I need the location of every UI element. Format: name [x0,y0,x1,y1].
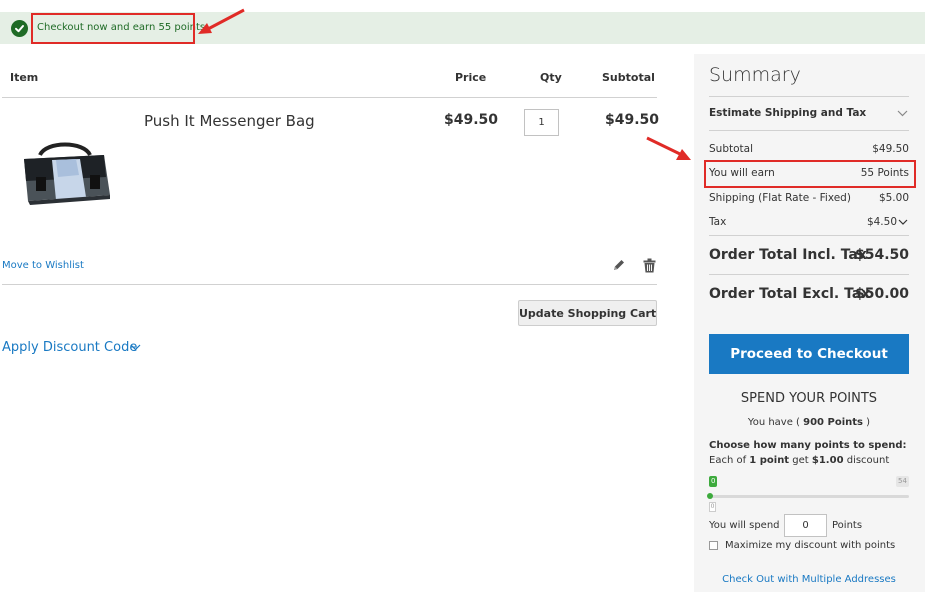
chevron-down-icon[interactable] [898,219,908,226]
tax-value[interactable]: $4.50 [867,216,897,228]
estimate-shipping-toggle[interactable]: Estimate Shipping and Tax [709,107,866,119]
summary-title: Summary [709,64,801,86]
points-balance-prefix: You have ( [747,417,800,428]
check-circle-icon [11,20,28,37]
choose-points-label: Choose how many points to spend: [709,440,907,451]
chevron-down-icon[interactable] [130,344,141,351]
points-rate-suffix: discount [846,455,890,466]
cart-actions-divider [2,284,657,285]
product-price: $49.50 [444,112,499,128]
points-slider-handle[interactable] [707,493,713,499]
proceed-to-checkout-button[interactable]: Proceed to Checkout [709,334,909,374]
points-spend-input[interactable] [784,514,827,537]
column-header-item: Item [10,71,39,84]
subtotal-value: $49.50 [872,143,909,155]
shipping-value: $5.00 [878,192,909,204]
column-header-price: Price [455,71,487,84]
tax-divider [709,235,909,236]
estimate-divider [709,130,909,131]
product-image[interactable] [16,139,114,215]
points-slider-track[interactable] [709,495,909,498]
highlight-box-message [31,13,195,44]
apply-discount-code-toggle[interactable]: Apply Discount Code [2,340,137,355]
maximize-discount-label[interactable]: Maximize my discount with points [725,540,895,551]
column-header-subtotal: Subtotal [602,71,655,84]
points-balance-suffix: ) [866,417,871,428]
shipping-label: Shipping (Flat Rate - Fixed) [709,192,851,204]
header-divider [2,97,657,98]
highlight-box-earn [704,160,916,188]
summary-title-divider [709,96,909,97]
points-rate-mid: get [792,455,809,466]
points-balance-value: 900 Points [803,417,863,428]
slider-current-tooltip: 0 [709,502,716,512]
order-total-excl-label: Order Total Excl. Tax [709,286,871,302]
messenger-bag-icon [24,142,110,205]
order-total-incl-label: Order Total Incl. Tax [709,247,867,263]
chevron-down-icon[interactable] [897,110,908,117]
points-rate-amount: $1.00 [811,455,844,466]
slider-min-label: 0 [709,476,718,487]
spend-unit-label: Points [832,520,863,531]
order-total-excl-value: $50.00 [854,286,909,302]
product-name-link[interactable]: Push It Messenger Bag [144,112,315,130]
update-shopping-cart-button[interactable]: Update Shopping Cart [518,300,657,326]
slider-max-label: 54 [896,476,909,487]
order-summary-panel [694,54,925,592]
product-subtotal: $49.50 [605,112,660,128]
pencil-icon[interactable] [612,258,626,272]
order-total-incl-value: $54.50 [854,247,909,263]
annotation-arrow-icon [198,8,245,34]
points-rate-prefix: Each of [709,455,747,466]
trash-icon[interactable] [643,258,656,273]
qty-input[interactable] [524,109,559,136]
multiple-addresses-link[interactable]: Check Out with Multiple Addresses [709,574,909,585]
subtotal-label: Subtotal [709,143,753,155]
maximize-discount-checkbox[interactable] [709,541,718,550]
points-rate: Each of 1 point get $1.00 discount [709,455,889,466]
spend-label: You will spend [709,520,780,531]
points-rate-unit: 1 point [749,455,790,466]
tax-label: Tax [709,216,727,228]
move-to-wishlist-link[interactable]: Move to Wishlist [2,260,84,271]
total-divider [709,274,909,275]
spend-points-title: SPEND YOUR POINTS [740,391,878,406]
points-balance: You have ( 900 Points ) [709,417,909,428]
column-header-qty: Qty [540,71,562,84]
annotation-arrow-icon [646,136,691,160]
